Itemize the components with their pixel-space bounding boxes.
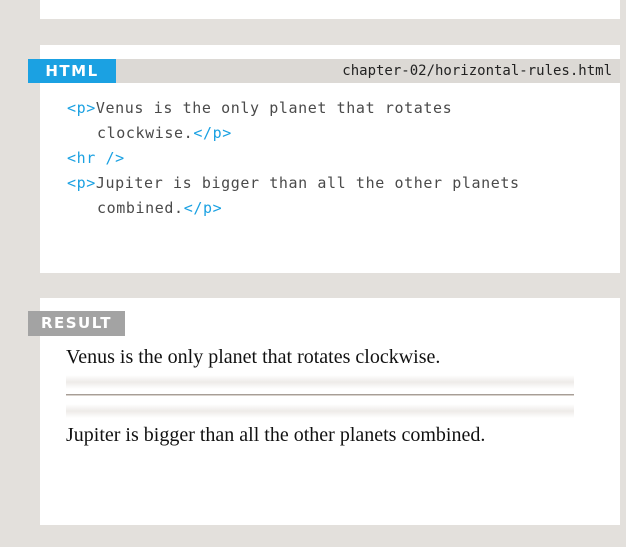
code-tag: <hr /> — [67, 149, 125, 167]
print-show-through — [66, 375, 574, 389]
code-text: Jupiter is bigger than all the other pla… — [95, 174, 520, 192]
print-show-through — [66, 404, 574, 418]
code-text: combined. — [97, 199, 184, 217]
horizontal-rule — [66, 394, 574, 396]
code-line: combined.</p> — [67, 196, 520, 221]
code-listing: <p>Venus is the only planet that rotates… — [67, 96, 520, 221]
code-line: <p>Jupiter is bigger than all the other … — [67, 171, 520, 196]
code-text: Venus is the only planet that rotates — [95, 99, 453, 117]
code-tag: </p> — [193, 124, 232, 142]
code-line: <hr /> — [67, 146, 520, 171]
code-tag: </p> — [183, 199, 223, 217]
result-label: RESULT — [28, 311, 125, 336]
code-text: clockwise. — [97, 124, 194, 142]
code-filename: chapter-02/horizontal-rules.html — [342, 63, 612, 79]
previous-panel — [40, 0, 620, 19]
code-header-bar: HTML chapter-02/horizontal-rules.html — [28, 59, 620, 83]
result-paragraph-2: Jupiter is bigger than all the other pla… — [66, 424, 486, 446]
code-line: <p>Venus is the only planet that rotates — [67, 96, 520, 121]
code-tag: <p> — [67, 174, 96, 192]
code-line: clockwise.</p> — [67, 121, 520, 146]
code-tag: <p> — [67, 99, 96, 117]
result-paragraph-1: Venus is the only planet that rotates cl… — [66, 346, 441, 368]
html-label: HTML — [28, 59, 116, 83]
